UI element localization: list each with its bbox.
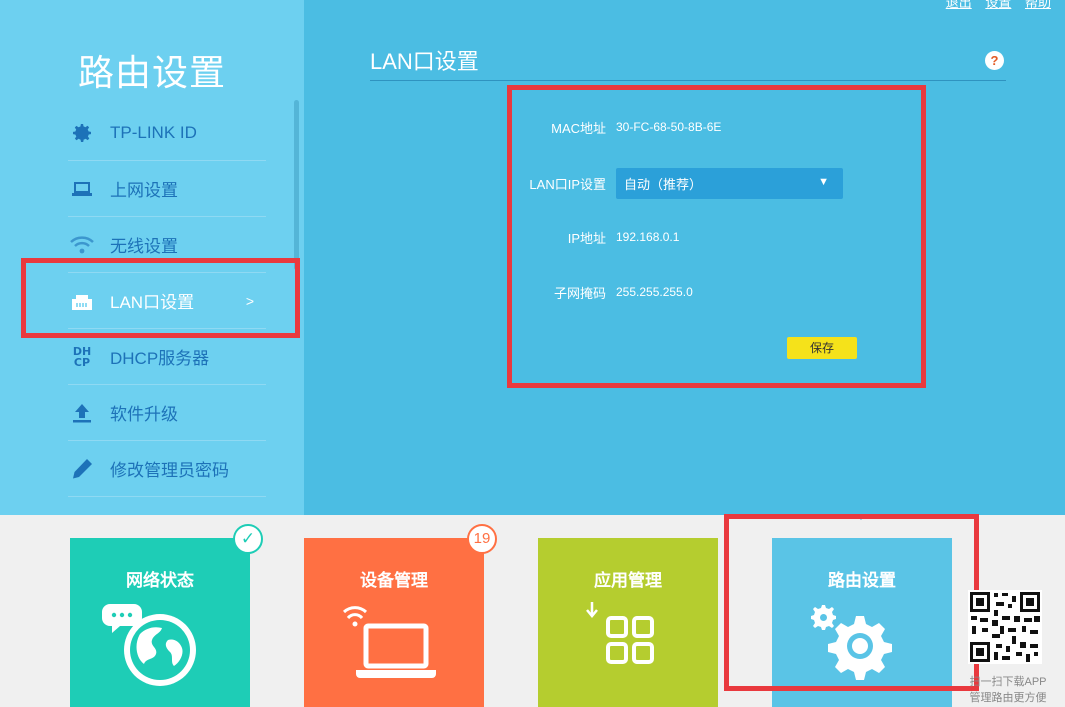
qr-code-icon [968,590,1042,664]
tile-network-status[interactable]: 网络状态 ✓ [70,524,263,707]
sidebar-item-label: 上网设置 [110,181,178,200]
upload-icon [68,399,96,427]
sidebar-item-label: DHCP服务器 [110,349,210,368]
wifi-icon [68,231,96,259]
sidebar-item-upgrade[interactable]: 软件升级 [68,385,266,441]
sidebar-item-password[interactable]: 修改管理员密码 [68,441,266,497]
sidebar-item-label: TP-LINK ID [110,122,197,142]
dhcp-icon: DH CP [68,343,96,371]
tile-title: 网络状态 [126,571,194,590]
help-icon[interactable]: ? [985,51,1004,70]
globe-chat-icon [102,604,196,686]
device-count-badge: 19 [467,524,497,554]
dhcp-icon-line1: DH [72,344,92,358]
dhcp-icon-line2: CP [73,355,91,369]
laptop-icon [68,175,96,203]
logout-link[interactable]: 退出 [946,0,972,10]
laptop-wifi-icon [342,606,436,678]
sidebar-item-tplink-id[interactable]: TP-LINK ID [68,105,266,161]
qr-caption-line1: 扫一扫下载APP [969,676,1047,688]
sidebar-title: 路由设置 [77,52,226,93]
tile-app-management[interactable]: 应用管理 [538,538,718,707]
top-links: 退出 设置 帮助 [936,0,1051,11]
gear-icon [68,119,96,147]
sidebar-scrollbar[interactable] [294,100,299,270]
tile-title: 应用管理 [594,571,662,590]
highlight-box-lan-form [507,85,926,388]
check-badge-icon: ✓ [233,524,263,554]
help-link[interactable]: 帮助 [1025,0,1051,10]
highlight-box-lan-nav [21,258,300,338]
page-title: LAN口设置 [370,49,479,74]
qr-caption-line2: 管理路由更方便 [969,692,1047,704]
sidebar-item-internet[interactable]: 上网设置 [68,161,266,217]
settings-link[interactable]: 设置 [985,0,1011,10]
highlight-box-router-tile [724,514,979,691]
title-divider [370,80,1006,81]
pencil-icon [68,455,96,483]
qr-caption: 扫一扫下载APP 管理路由更方便 [962,674,1054,706]
sidebar-item-label: 无线设置 [110,237,178,256]
tile-title: 设备管理 [360,571,428,590]
apps-grid-icon [586,602,654,664]
sidebar-item-label: 软件升级 [110,405,178,424]
sidebar-item-label: 修改管理员密码 [110,461,229,480]
tile-device-management[interactable]: 设备管理 19 [304,524,497,707]
